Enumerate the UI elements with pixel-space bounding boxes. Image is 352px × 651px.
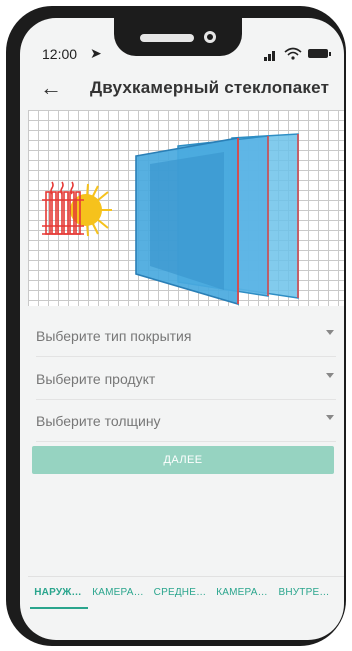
- battery-icon: [308, 49, 331, 58]
- wifi-icon: [284, 47, 302, 60]
- status-icons: [264, 47, 334, 61]
- page-title: Двухкамерный стеклопакет: [90, 78, 330, 97]
- tab-inner[interactable]: ВНУТРЕ…: [274, 587, 334, 598]
- thickness-placeholder: Выберите толщину: [36, 413, 161, 429]
- phone-notch: [114, 18, 242, 56]
- signal-bar: [268, 54, 271, 61]
- active-tab-indicator: [30, 607, 88, 609]
- tab-chamber-1[interactable]: КАМЕРА…: [88, 587, 148, 598]
- tab-bar: НАРУЖ… КАМЕРА… СРЕДНЕ… КАМЕРА… ВНУТРЕ…: [28, 576, 344, 609]
- status-time: 12:00: [42, 46, 78, 62]
- speaker-icon: [140, 34, 194, 42]
- screen: 12:00 ➤ ← Двухкамерный стеклопакет Выбер…: [20, 18, 344, 640]
- app-bar: ← Двухкамерный стеклопакет: [20, 68, 344, 110]
- next-button[interactable]: ДАЛЕЕ: [32, 446, 334, 474]
- tab-chamber-2[interactable]: КАМЕРА…: [212, 587, 272, 598]
- phone-frame: 12:00 ➤ ← Двухкамерный стеклопакет Выбер…: [6, 6, 346, 646]
- dropdown-caret-icon: [326, 373, 334, 378]
- tab-middle[interactable]: СРЕДНЕ…: [150, 587, 210, 598]
- back-arrow-icon[interactable]: ←: [40, 76, 62, 100]
- thickness-select[interactable]: Выберите толщину: [36, 401, 336, 442]
- tab-outer[interactable]: НАРУЖ…: [28, 587, 88, 598]
- signal-icon: [264, 57, 267, 61]
- camera-icon: [204, 31, 216, 43]
- coating-type-select[interactable]: Выберите тип покрытия: [36, 316, 336, 357]
- glass-pane-outer: [135, 137, 239, 306]
- product-placeholder: Выберите продукт: [36, 371, 156, 387]
- dropdown-caret-icon: [326, 415, 334, 420]
- navigation-arrow-icon: ➤: [90, 45, 102, 61]
- coating-type-placeholder: Выберите тип покрытия: [36, 328, 192, 344]
- dropdown-caret-icon: [326, 330, 334, 335]
- glass-unit-drawing: [42, 133, 299, 306]
- product-select[interactable]: Выберите продукт: [36, 359, 336, 400]
- signal-bar: [272, 51, 275, 61]
- glass-unit-illustration: [28, 110, 344, 306]
